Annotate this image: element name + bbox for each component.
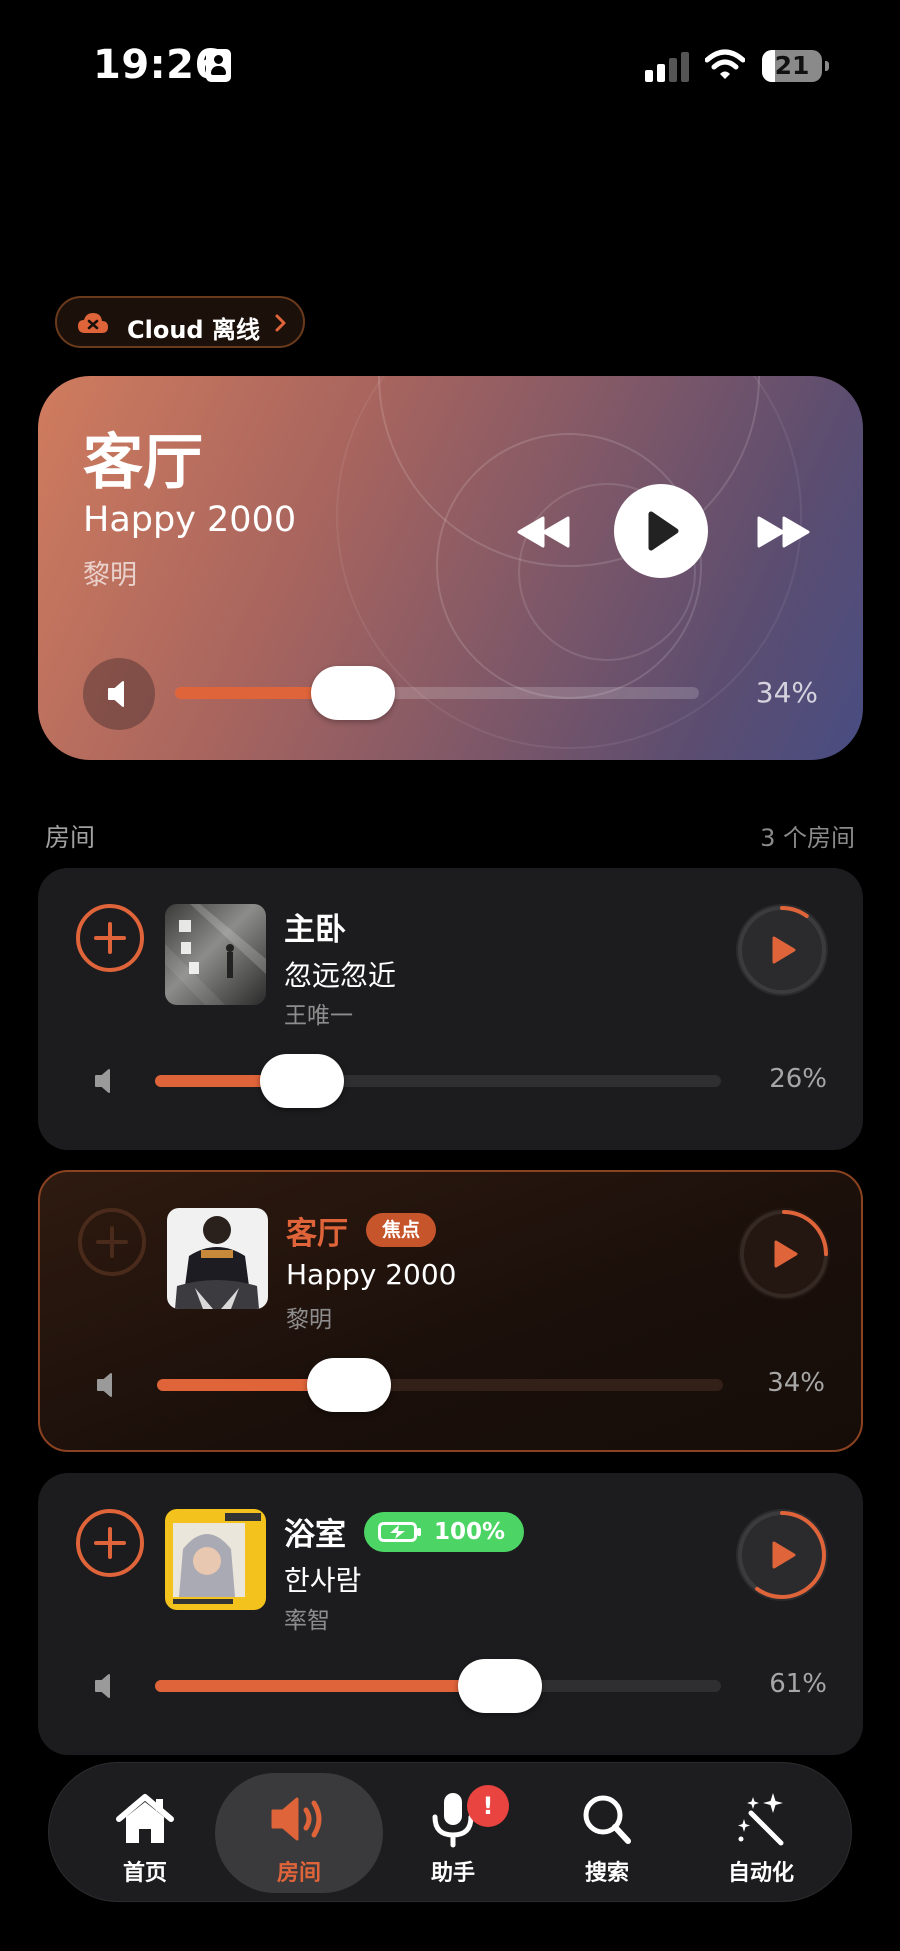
tab-rooms[interactable]: 房间 <box>215 1773 383 1893</box>
room-volume-percent: 61% <box>769 1669 827 1699</box>
speaker-icon <box>95 1069 110 1093</box>
now-playing-card[interactable]: 客厅 Happy 2000 黎明 34% <box>38 376 863 760</box>
wifi-icon <box>705 49 745 79</box>
play-progress-ring <box>738 1511 826 1599</box>
next-track-button[interactable] <box>754 512 814 552</box>
house-icon <box>116 1794 174 1843</box>
room-volume-percent: 26% <box>769 1064 827 1094</box>
tab-automation[interactable]: 自动化 <box>677 1773 845 1893</box>
room-song-title: 忽远忽近 <box>284 959 397 992</box>
status-bar: 19:26 21 <box>0 0 900 130</box>
room-name: 客厅 <box>286 1216 348 1252</box>
room-volume-thumb[interactable] <box>307 1358 392 1412</box>
album-art <box>167 1208 268 1309</box>
add-to-group-button[interactable] <box>76 904 144 972</box>
speaker-icon <box>97 1373 112 1397</box>
hero-volume-slider[interactable] <box>175 687 699 699</box>
tab-label: 助手 <box>430 1861 475 1886</box>
tab-search[interactable]: 搜索 <box>523 1773 691 1893</box>
tab-home[interactable]: 首页 <box>61 1773 229 1893</box>
add-to-group-button[interactable] <box>76 1509 144 1577</box>
room-artist: 率智 <box>284 1608 330 1634</box>
room-volume-percent: 34% <box>767 1368 825 1398</box>
room-volume-thumb[interactable] <box>458 1659 543 1713</box>
battery-badge-text: 100% <box>434 1519 506 1545</box>
hero-artist: 黎明 <box>83 560 137 591</box>
hero-song-title: Happy 2000 <box>83 500 297 540</box>
room-song-title: 한사람 <box>284 1564 362 1597</box>
room-volume-slider[interactable] <box>157 1379 723 1391</box>
cloud-status-button[interactable]: Cloud 离线 <box>55 296 305 348</box>
rooms-section-title: 房间 <box>45 823 96 852</box>
add-to-group-button[interactable] <box>78 1208 146 1276</box>
cloud-offline-icon <box>78 313 108 333</box>
notification-badge: ! <box>467 1785 509 1827</box>
speaker-icon <box>108 681 124 707</box>
cellular-signal-icon <box>645 52 691 82</box>
room-name: 浴室 <box>284 1517 346 1553</box>
battery-badge: 100% <box>364 1512 524 1552</box>
room-card-bathroom[interactable]: 浴室 100% 한사람 率智 61% <box>38 1473 863 1755</box>
magnifier-icon <box>583 1795 631 1844</box>
room-name: 主卧 <box>284 912 346 948</box>
battery-icon: 21 <box>762 50 829 82</box>
hero-volume-thumb[interactable] <box>311 666 396 720</box>
chevron-right-icon <box>275 314 286 332</box>
album-art <box>165 1509 266 1610</box>
room-artist: 王唯一 <box>284 1003 353 1029</box>
album-art <box>165 904 266 1005</box>
hero-mute-button[interactable] <box>83 658 155 730</box>
battery-level: 21 <box>774 51 810 80</box>
tab-label: 自动化 <box>727 1861 794 1886</box>
room-card-master-bedroom[interactable]: 主卧 忽远忽近 王唯一 26% <box>38 868 863 1150</box>
tab-label: 搜索 <box>584 1861 629 1886</box>
speaker-icon <box>271 1797 322 1841</box>
cloud-status-label: Cloud 离线 <box>127 316 260 344</box>
room-play-button[interactable] <box>736 1509 828 1601</box>
room-card-living-room[interactable]: 客厅 焦点 Happy 2000 黎明 34% <box>38 1170 863 1452</box>
tab-label: 房间 <box>276 1861 321 1886</box>
room-play-button[interactable] <box>738 1208 830 1300</box>
tab-assistant[interactable]: ! 助手 <box>369 1773 537 1893</box>
tab-bar: 首页 房间 ! 助手 搜索 自动化 <box>48 1762 852 1902</box>
room-play-button[interactable] <box>736 904 828 996</box>
room-song-title: Happy 2000 <box>286 1258 457 1291</box>
contact-card-icon <box>206 49 231 82</box>
status-time: 19:26 <box>93 42 223 88</box>
room-volume-slider[interactable] <box>155 1075 721 1087</box>
focus-badge: 焦点 <box>366 1213 436 1247</box>
play-progress-ring <box>738 906 826 994</box>
speaker-icon <box>95 1674 110 1698</box>
hero-play-button[interactable] <box>614 484 708 578</box>
room-volume-fill <box>155 1680 501 1692</box>
tab-label: 首页 <box>122 1861 167 1886</box>
room-volume-thumb[interactable] <box>260 1054 345 1108</box>
play-progress-ring <box>740 1210 828 1298</box>
room-artist: 黎明 <box>286 1307 332 1333</box>
magic-wand-icon <box>738 1793 784 1846</box>
hero-room-name: 客厅 <box>83 428 203 498</box>
hero-volume-percent: 34% <box>755 676 818 709</box>
play-icon <box>648 511 679 551</box>
rooms-count: 3 个房间 <box>760 824 855 852</box>
room-volume-slider[interactable] <box>155 1680 721 1692</box>
previous-track-button[interactable] <box>513 512 573 552</box>
charging-battery-icon <box>378 1522 421 1542</box>
